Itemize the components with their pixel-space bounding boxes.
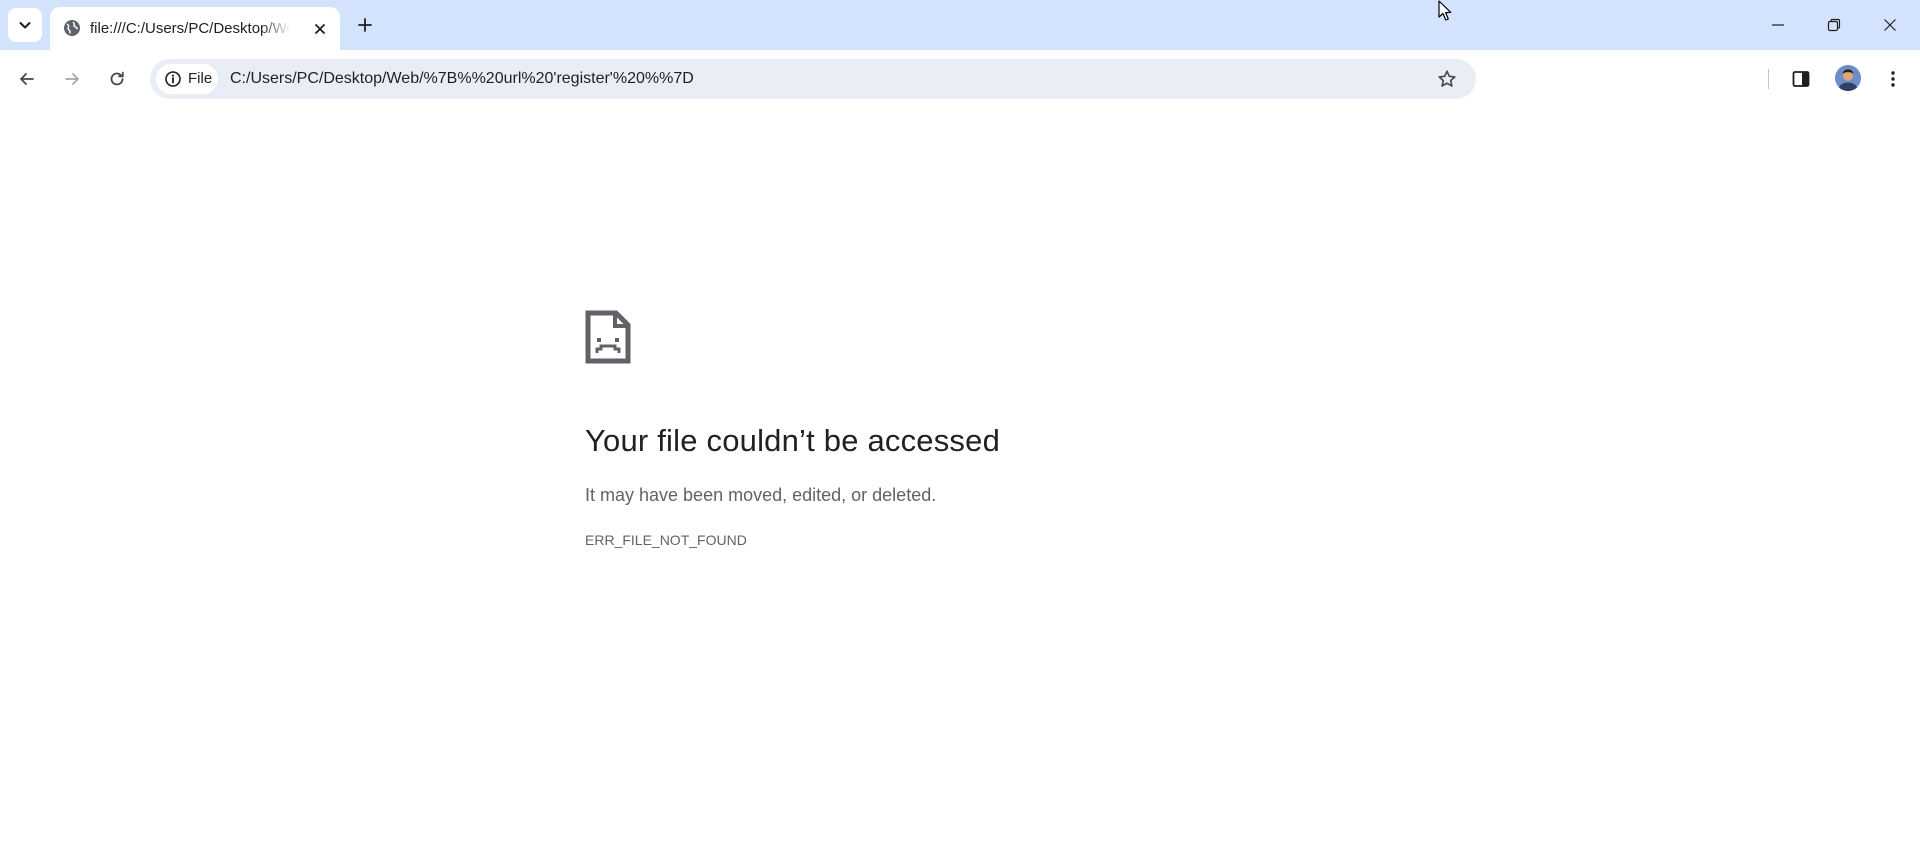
minimize-icon	[1772, 24, 1784, 26]
menu-button[interactable]	[1876, 62, 1910, 96]
site-info-chip[interactable]: File	[156, 64, 218, 94]
close-icon	[315, 24, 325, 34]
back-button[interactable]	[10, 62, 44, 96]
close-icon	[1884, 19, 1896, 31]
forward-button[interactable]	[55, 62, 89, 96]
side-panel-icon	[1792, 71, 1810, 87]
globe-icon	[64, 20, 80, 36]
bookmark-button[interactable]	[1430, 62, 1464, 96]
profile-avatar-icon	[1835, 65, 1861, 91]
reload-button[interactable]	[100, 62, 134, 96]
error-description: It may have been moved, edited, or delet…	[585, 485, 937, 505]
side-panel-button[interactable]	[1784, 62, 1818, 96]
tab-close-button[interactable]	[308, 17, 332, 41]
active-tab[interactable]: file:///C:/Users/PC/Desktop/Web/%7B%%20u…	[50, 7, 340, 50]
address-bar[interactable]: File C:/Users/PC/Desktop/Web/%7B%%20url%…	[150, 59, 1476, 99]
tab-title: file:///C:/Users/PC/Desktop/Web/%7B%%20u…	[90, 20, 290, 37]
tab-strip: file:///C:/Users/PC/Desktop/Web/%7B%%20u…	[0, 0, 1920, 50]
restore-button[interactable]	[1806, 0, 1862, 50]
arrow-right-icon	[65, 73, 79, 85]
info-icon	[165, 71, 181, 87]
plus-icon	[358, 18, 372, 32]
chevron-down-icon	[19, 22, 31, 29]
new-tab-button[interactable]	[350, 10, 380, 40]
tab-search-button[interactable]	[8, 8, 42, 42]
restore-icon	[1827, 18, 1841, 32]
reload-icon	[110, 71, 124, 86]
avatar[interactable]	[1835, 65, 1861, 91]
error-title: Your file couldn’t be accessed	[585, 423, 1001, 458]
star-icon	[1438, 70, 1456, 87]
arrow-left-icon	[20, 73, 34, 85]
url-text[interactable]: C:/Users/PC/Desktop/Web/%7B%%20url%20're…	[230, 59, 694, 99]
sad-file-icon	[585, 310, 631, 364]
more-vertical-icon	[1891, 71, 1895, 87]
minimize-button[interactable]	[1750, 0, 1806, 50]
toolbar-divider	[1768, 69, 1769, 89]
error-code: ERR_FILE_NOT_FOUND	[585, 532, 747, 548]
site-chip-label: File	[188, 70, 213, 87]
mouse-cursor-icon	[1438, 0, 1452, 21]
toolbar: File C:/Users/PC/Desktop/Web/%7B%%20url%…	[0, 50, 1920, 108]
close-window-button[interactable]	[1862, 0, 1918, 50]
